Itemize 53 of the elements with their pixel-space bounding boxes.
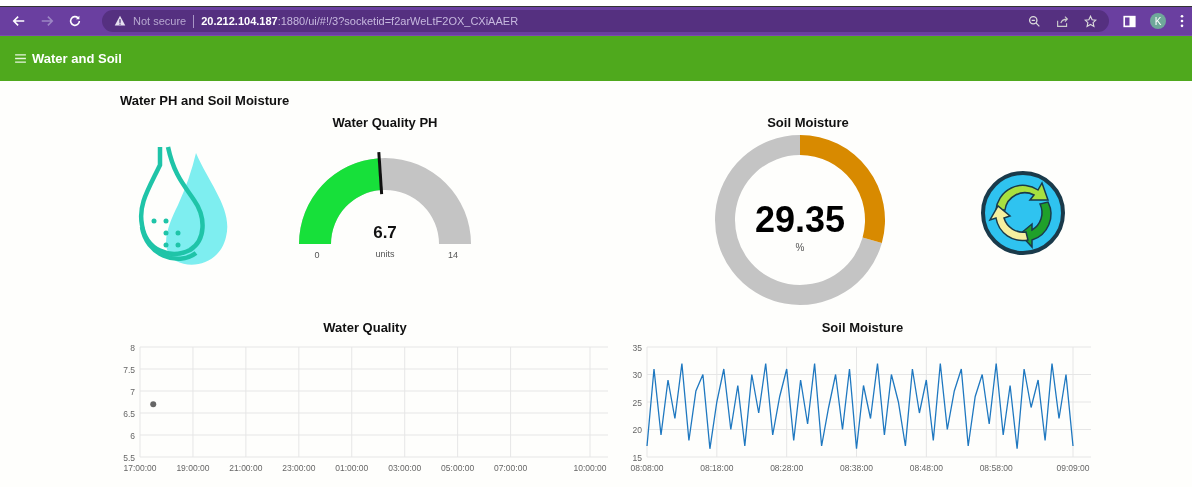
gauge-max-label: 14 (448, 250, 458, 260)
axis-label: 03:00:00 (388, 463, 422, 473)
share-icon[interactable] (1056, 14, 1069, 28)
sidebar-icon[interactable] (1123, 14, 1136, 28)
warning-icon (114, 15, 126, 27)
axis-label: 23:00:00 (282, 463, 316, 473)
axis-label: 7 (130, 386, 135, 397)
axis-label: 25 (632, 397, 642, 408)
menu-icon[interactable] (1180, 14, 1184, 28)
axis-label: 7.5 (123, 364, 135, 375)
axis-label: 08:38:00 (839, 463, 874, 473)
security-label: Not secure (133, 15, 187, 27)
axis-label: 05:00:00 (441, 463, 475, 473)
axis-label: 08:58:00 (979, 463, 1013, 473)
axis-label: 20 (632, 425, 642, 435)
zoom-icon[interactable] (1028, 14, 1041, 28)
donut-value: 29.35 (754, 199, 846, 240)
axis-label: 15 (632, 452, 642, 463)
axis-label: 09:09:00 (1056, 463, 1090, 473)
star-icon[interactable] (1084, 14, 1097, 28)
gauge-units: units (375, 249, 395, 259)
axis-label: 19:00:00 (176, 463, 210, 473)
address-bar[interactable]: Not secure 20.212.104.187:1880/ui/#!/3?socketid=f2arWeLtF2OX_CXiAAER (102, 10, 1109, 32)
chart-title: Soil Moisture (821, 320, 904, 337)
axis-label: 5.5 (123, 452, 135, 463)
dashboard-title: Water and Soil (32, 49, 122, 68)
gauge-min-label: 0 (314, 250, 320, 260)
axis-label: 08:28:00 (770, 463, 804, 473)
axis-label: 08:48:00 (909, 463, 943, 473)
axis-label: 08:18:00 (700, 463, 734, 473)
back-icon[interactable] (12, 14, 26, 28)
gauge-value: 6.7 (373, 223, 397, 242)
axis-label: 8 (130, 342, 135, 353)
axis-label: 17:00:00 (123, 463, 157, 473)
chart-title: Water Quality (323, 320, 407, 337)
reload-icon[interactable] (68, 14, 82, 28)
axis-label: 01:00:00 (335, 463, 369, 473)
axis-label: 10:00:00 (573, 463, 607, 473)
axis-label: 6.5 (123, 408, 135, 419)
axis-label: 21:00:00 (229, 463, 263, 473)
axis-label: 30 (632, 370, 642, 380)
donut-title: Soil Moisture (767, 115, 849, 132)
axis-label: 08:08:00 (630, 463, 664, 473)
recycle-icon (980, 170, 1066, 256)
data-point (150, 401, 157, 408)
group-title: Water PH and Soil Moisture (120, 93, 291, 110)
axis-label: 07:00:00 (494, 463, 528, 473)
donut-units: % (795, 242, 805, 253)
axis-label: 6 (130, 430, 135, 441)
url-text: 20.212.104.187:1880/ui/#!/3?socketid=f2arWeLtF2OX_CXiAAER (201, 15, 519, 27)
gauge-needle (377, 152, 384, 195)
axis-label: 35 (632, 342, 642, 353)
gauge-title: Water Quality PH (332, 115, 438, 132)
